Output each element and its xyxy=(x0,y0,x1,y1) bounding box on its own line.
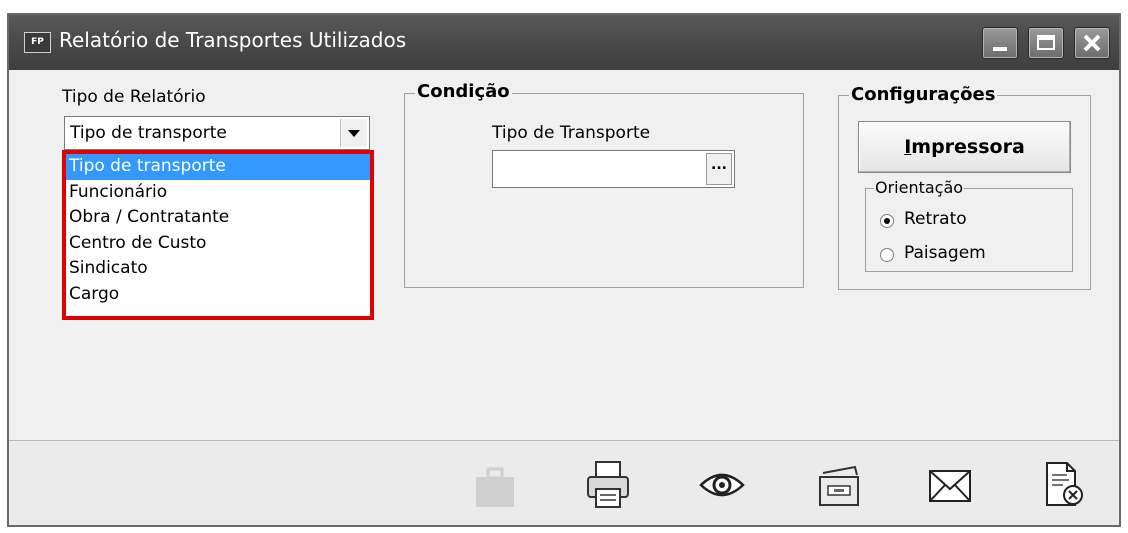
minimize-icon xyxy=(993,47,1007,51)
transport-type-label: Tipo de Transporte xyxy=(492,123,651,143)
transport-type-input[interactable]: ... xyxy=(492,150,735,188)
landscape-label[interactable]: Paisagem xyxy=(904,243,986,263)
briefcase-button xyxy=(471,459,521,511)
maximize-button[interactable] xyxy=(1028,27,1064,59)
report-type-label: Tipo de Relatório xyxy=(62,87,206,107)
settings-legend: Configurações xyxy=(849,84,998,105)
option-funcionario[interactable]: Funcionário xyxy=(66,180,370,206)
envelope-icon xyxy=(929,470,971,502)
chevron-down-icon xyxy=(348,130,360,137)
portrait-radio[interactable] xyxy=(880,214,894,228)
radio-selected-dot xyxy=(884,218,890,224)
title-bar[interactable]: FP Relatório de Transportes Utilizados xyxy=(9,15,1119,70)
option-sindicato[interactable]: Sindicato xyxy=(66,256,370,282)
folder-drawer-icon xyxy=(819,465,859,506)
orientation-legend: Orientação xyxy=(874,178,965,197)
preview-eye-icon xyxy=(699,473,745,497)
printer-button-label: mpressora xyxy=(911,136,1025,158)
app-icon: FP xyxy=(24,32,51,53)
condition-legend: Condição xyxy=(415,81,512,102)
printer-button[interactable]: Impressora xyxy=(858,121,1071,173)
lookup-button[interactable]: ... xyxy=(706,153,732,185)
option-cargo[interactable]: Cargo xyxy=(66,282,370,308)
exit-button[interactable] xyxy=(1039,459,1089,511)
close-document-icon xyxy=(1046,462,1083,506)
close-button[interactable] xyxy=(1074,27,1110,59)
print-button[interactable] xyxy=(584,459,634,511)
preview-button[interactable] xyxy=(697,459,747,511)
window-title: Relatório de Transportes Utilizados xyxy=(59,28,407,52)
dropdown-button[interactable] xyxy=(340,119,367,147)
briefcase-icon xyxy=(476,467,514,507)
printer-icon xyxy=(587,461,629,508)
report-type-value: Tipo de transporte xyxy=(70,123,227,143)
option-centro-de-custo[interactable]: Centro de Custo xyxy=(66,231,370,257)
option-tipo-de-transporte[interactable]: Tipo de transporte xyxy=(66,154,370,180)
portrait-label[interactable]: Retrato xyxy=(904,209,967,229)
maximize-icon xyxy=(1037,35,1055,50)
report-type-dropdown-list: Tipo de transporte Funcionário Obra / Co… xyxy=(62,150,374,320)
option-obra-contratante[interactable]: Obra / Contratante xyxy=(66,205,370,231)
minimize-button[interactable] xyxy=(982,27,1018,59)
close-icon xyxy=(1083,34,1101,52)
archive-button[interactable] xyxy=(815,459,865,511)
report-window: FP Relatório de Transportes Utilizados T… xyxy=(7,13,1121,527)
email-button[interactable] xyxy=(925,459,975,511)
landscape-radio[interactable] xyxy=(880,248,894,262)
report-type-select[interactable]: Tipo de transporte xyxy=(64,116,370,150)
